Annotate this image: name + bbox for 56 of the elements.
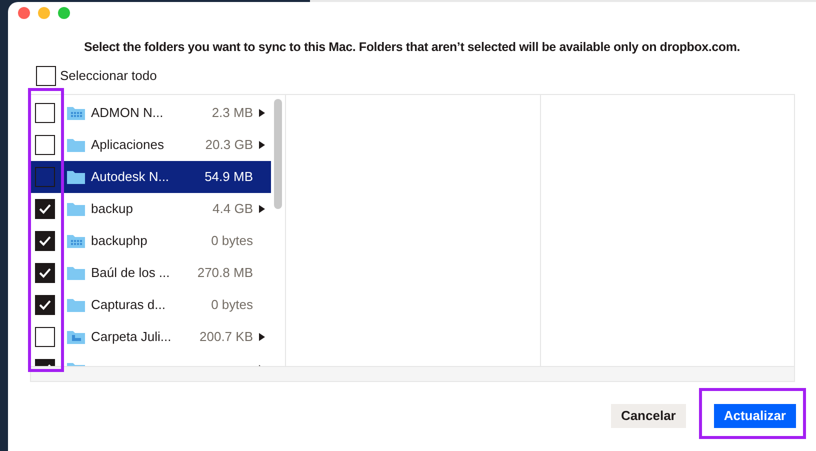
folder-size: 200.7 KB (200, 328, 253, 346)
team-folder-icon (67, 329, 85, 344)
folder-row[interactable]: backuphp 0 bytes (31, 224, 271, 257)
folder-size: 4.4 GB (212, 200, 253, 218)
checkbox[interactable] (35, 230, 55, 251)
folder-icon (67, 169, 85, 184)
checkmark-icon (39, 236, 51, 246)
folder-size: 54.9 MB (204, 168, 253, 186)
folder-row[interactable]: backup 4.4 GB (31, 192, 271, 225)
checkmark-icon (39, 204, 51, 214)
checkbox[interactable] (35, 326, 55, 347)
expand-arrow-icon[interactable] (259, 332, 265, 341)
folder-name: backuphp (91, 232, 148, 250)
expand-arrow-icon[interactable] (259, 140, 265, 149)
instruction-text: Select the folders you want to sync to this Mac. Folders that aren’t selected will be available only on dropbox.com. (82, 39, 742, 56)
folder-name: Aplicaciones (91, 136, 164, 154)
close-window-button[interactable] (18, 7, 30, 19)
folder-row[interactable]: ADMON N... 2.3 MB (31, 96, 271, 129)
cancel-button[interactable]: Cancelar (610, 404, 686, 428)
folder-size: 0 bytes (211, 296, 253, 314)
update-button[interactable]: Actualizar (714, 404, 796, 428)
folder-row[interactable]: Baúl de los ... 270.8 MB (31, 256, 271, 289)
folder-row[interactable]: Carpeta Juli... 200.7 KB (31, 320, 271, 353)
horizontal-scrollbar[interactable] (31, 366, 794, 381)
checkbox[interactable] (35, 134, 55, 155)
scrollbar-thumb[interactable] (274, 98, 282, 209)
folder-icon (67, 297, 85, 312)
checkmark-icon (39, 268, 51, 278)
checkbox[interactable] (35, 166, 55, 187)
folder-name: Autodesk N... (91, 168, 170, 186)
folder-icon (67, 265, 85, 280)
expand-arrow-icon[interactable] (259, 204, 265, 213)
checkbox[interactable] (35, 198, 55, 219)
folder-row[interactable]: Autodesk N... 54.9 MB (31, 160, 271, 193)
folder-name: ADMON N... (91, 104, 164, 122)
folder-icon (67, 201, 85, 216)
folder-size: 270.8 MB (197, 264, 253, 282)
folder-row[interactable]: Aplicaciones 20.3 GB (31, 128, 271, 161)
select-all-label: Seleccionar todo (60, 67, 157, 85)
expand-arrow-icon[interactable] (259, 108, 265, 117)
checkbox[interactable] (35, 102, 55, 123)
folder-name: Carpeta Juli... (91, 328, 172, 346)
shared-folder-icon (67, 233, 85, 248)
folder-name: Capturas d... (91, 296, 166, 314)
folder-size: 2.3 MB (212, 104, 253, 122)
folder-size: 0 bytes (211, 232, 253, 250)
shared-folder-icon (67, 105, 85, 120)
folder-name: backup (91, 200, 133, 218)
checkbox[interactable] (36, 66, 56, 86)
folder-size: 20.3 GB (205, 136, 253, 154)
folder-row[interactable]: Capturas d... 0 bytes (31, 288, 271, 321)
checkmark-icon (39, 300, 51, 310)
folder-icon (67, 137, 85, 152)
checkbox[interactable] (35, 294, 55, 315)
folder-name: Baúl de los ... (91, 264, 170, 282)
checkbox[interactable] (35, 262, 55, 283)
